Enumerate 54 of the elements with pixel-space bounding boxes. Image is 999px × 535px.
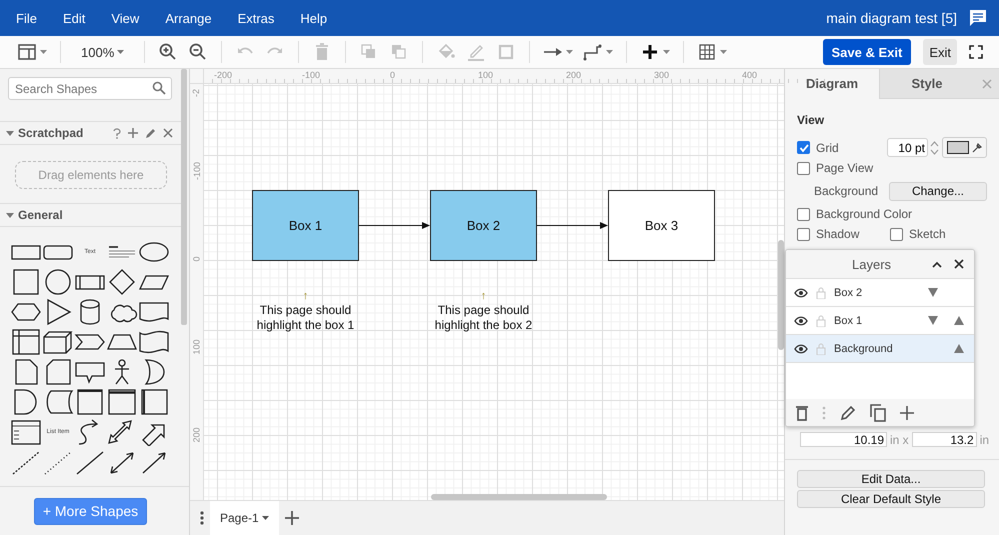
page-width-field[interactable]: 10.19 xyxy=(800,432,887,447)
ruler-label: -200 xyxy=(214,70,232,80)
menu-item[interactable]: Arrange xyxy=(157,10,220,26)
unit-label: in xyxy=(980,432,990,446)
ruler-label: 400 xyxy=(742,70,758,80)
save-and-exit-button[interactable]: Save & Exit xyxy=(822,39,912,65)
change-background-button[interactable]: Change... xyxy=(889,182,987,200)
ruler-label: 0 xyxy=(192,256,202,262)
menu-item[interactable]: Help xyxy=(292,10,336,26)
ruler-label: 200 xyxy=(192,427,202,443)
ruler-label: 0 xyxy=(390,70,396,80)
diagram-box[interactable]: Box 3 xyxy=(608,190,715,261)
menu-item[interactable]: Extras xyxy=(230,10,282,26)
zoom-dropdown[interactable]: 100% xyxy=(75,44,130,60)
section-title: View xyxy=(797,113,824,127)
option-label: Grid xyxy=(816,140,839,154)
note-arrow-mark: ↑ xyxy=(480,290,486,303)
ruler-label: -100 xyxy=(302,70,320,80)
grid-size-field[interactable]: 10 pt xyxy=(887,138,928,157)
document-title: main diagram test [5] xyxy=(826,10,957,26)
diagram-box[interactable]: Box 1 xyxy=(252,190,359,261)
menu-item[interactable]: Edit xyxy=(54,10,94,26)
option-label: Page View xyxy=(816,161,874,175)
layer-row[interactable]: Background xyxy=(786,335,974,363)
ruler-label: 100 xyxy=(478,70,494,80)
page-tab[interactable]: Page-1 xyxy=(210,501,279,535)
note-arrow-mark: ↑ xyxy=(302,290,308,303)
search-shapes-field[interactable]: Search Shapes xyxy=(8,77,172,100)
option-label: Background Color xyxy=(816,207,912,221)
ruler-label: -2 xyxy=(192,89,202,97)
ruler-label: 300 xyxy=(654,70,670,80)
layers-title: Layers xyxy=(852,256,892,272)
panel-button[interactable]: Clear Default Style xyxy=(797,490,985,508)
section-title[interactable]: Scratchpad xyxy=(18,126,111,140)
layer-row[interactable]: Box 1 xyxy=(786,307,974,335)
note-text[interactable]: This page should highlight the box 1 xyxy=(248,303,364,333)
section-title[interactable]: General xyxy=(18,208,173,222)
layer-row[interactable]: Box 2 xyxy=(786,279,974,307)
diagram-box[interactable]: Box 2 xyxy=(430,190,537,261)
exit-button[interactable]: Exit xyxy=(923,39,957,65)
option-label: Sketch xyxy=(909,227,946,241)
note-text[interactable]: This page should highlight the box 2 xyxy=(426,303,542,333)
unit-label: in x xyxy=(890,432,909,446)
option-label: Shadow xyxy=(816,227,860,241)
panel-tab[interactable]: Style xyxy=(879,69,974,99)
ruler-label: 100 xyxy=(192,339,202,355)
ruler-label: -100 xyxy=(192,162,202,180)
panel-button[interactable]: Edit Data... xyxy=(797,470,985,488)
ruler-label: 200 xyxy=(566,70,582,80)
menu-item[interactable]: View xyxy=(103,10,148,26)
option-label: Background xyxy=(814,184,880,198)
page-height-field[interactable]: 13.2 xyxy=(912,432,977,447)
menu-item[interactable]: File xyxy=(8,10,45,26)
scratchpad-dropzone: Drag elements here xyxy=(15,161,167,189)
